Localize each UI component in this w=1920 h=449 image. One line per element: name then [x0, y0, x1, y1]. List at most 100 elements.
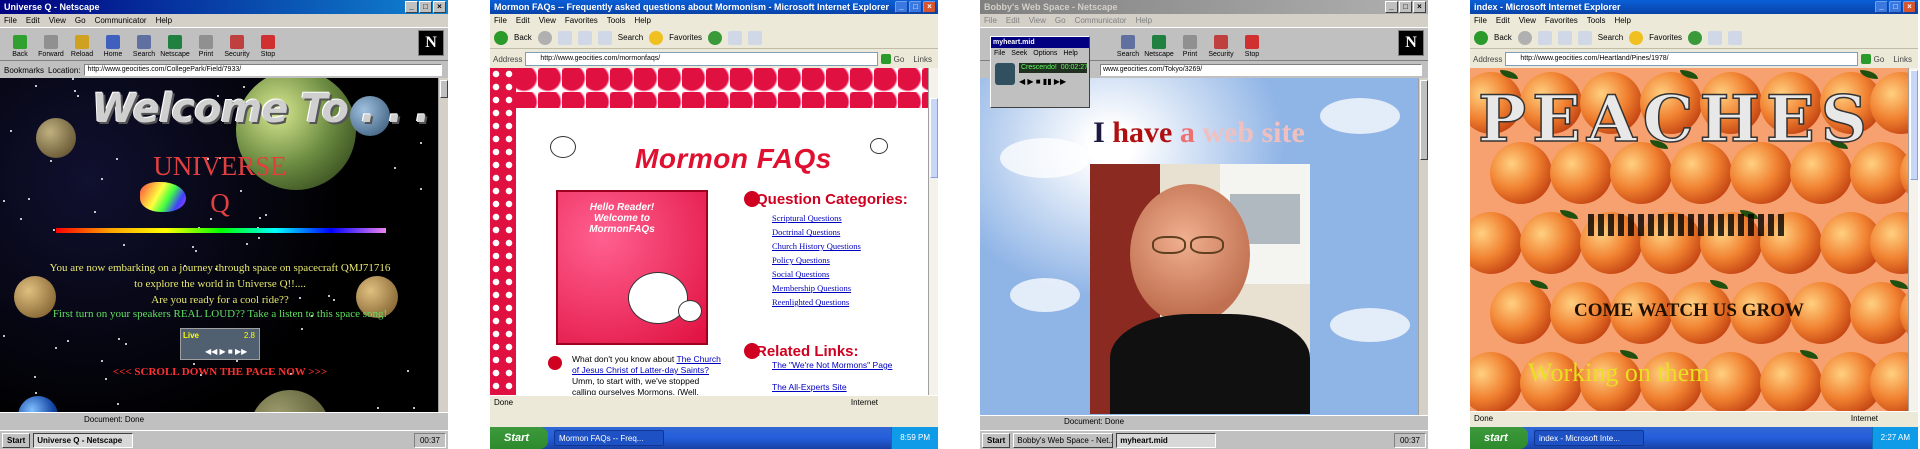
- scroll-thumb[interactable]: [1910, 70, 1918, 180]
- menu-item[interactable]: Favorites: [565, 14, 598, 27]
- question-link[interactable]: Church History Questions: [772, 241, 861, 251]
- favorites-star-icon[interactable]: [649, 30, 664, 45]
- menu-item[interactable]: Help: [1614, 14, 1630, 27]
- toolbar-button[interactable]: Security: [223, 28, 251, 60]
- media-icon[interactable]: [708, 30, 723, 45]
- menu-item[interactable]: Tools: [607, 14, 626, 27]
- print-icon[interactable]: [748, 30, 763, 45]
- toolbar-button[interactable]: Stop: [254, 28, 282, 60]
- menu-item[interactable]: Tools: [1587, 14, 1606, 27]
- print-icon[interactable]: [1728, 30, 1743, 45]
- title-bar[interactable]: index - Microsoft Internet Explorer _ □ ×: [1470, 0, 1918, 14]
- menu-item[interactable]: Edit: [516, 14, 530, 27]
- minimize-button[interactable]: _: [1875, 1, 1888, 13]
- menu-item[interactable]: Go: [1055, 14, 1066, 27]
- menu-item[interactable]: Go: [75, 14, 86, 27]
- vertical-scrollbar[interactable]: [438, 78, 448, 420]
- maximize-button[interactable]: □: [1399, 1, 1412, 13]
- minimize-button[interactable]: _: [895, 1, 908, 13]
- mail-icon[interactable]: [728, 30, 743, 45]
- menu-item[interactable]: Edit: [26, 14, 40, 27]
- go-arrow-icon[interactable]: [1860, 54, 1871, 64]
- midi-controls[interactable]: ◀ ▶ ■ ▮▮ ▶▶: [1019, 77, 1066, 86]
- toolbar-button[interactable]: Home: [99, 28, 127, 60]
- vertical-scrollbar[interactable]: [1908, 68, 1918, 411]
- forward-arrow-icon[interactable]: [1517, 30, 1532, 45]
- refresh-icon[interactable]: [1557, 30, 1572, 45]
- toolbar-button[interactable]: Stop: [1238, 28, 1266, 60]
- go-button[interactable]: Go: [1874, 55, 1885, 64]
- toolbar-button[interactable]: Print: [192, 28, 220, 60]
- title-bar[interactable]: Mormon FAQs -- Frequently asked question…: [490, 0, 938, 14]
- taskbar-item[interactable]: Universe Q - Netscape: [33, 432, 134, 448]
- maximize-button[interactable]: □: [419, 1, 432, 13]
- menu-item[interactable]: View: [1029, 14, 1046, 27]
- media-icon[interactable]: [1688, 30, 1703, 45]
- toolbar-button[interactable]: Netscape: [1144, 28, 1174, 60]
- menu-item[interactable]: File: [494, 14, 507, 27]
- menu-item[interactable]: Favorites: [1545, 14, 1578, 27]
- start-button[interactable]: start: [1470, 427, 1528, 449]
- scroll-thumb[interactable]: [930, 98, 938, 178]
- midi-menu-item[interactable]: File: [994, 48, 1005, 59]
- toolbar-button[interactable]: Forward: [37, 28, 65, 60]
- back-arrow-icon[interactable]: [494, 30, 508, 45]
- minimize-button[interactable]: _: [1385, 1, 1398, 13]
- scroll-thumb[interactable]: [1420, 80, 1428, 160]
- question-link[interactable]: Reenlighted Questions: [772, 297, 861, 307]
- go-button[interactable]: Go: [894, 55, 905, 64]
- midi-menu-item[interactable]: Seek: [1011, 48, 1027, 59]
- close-button[interactable]: ×: [923, 1, 936, 13]
- home-icon[interactable]: [597, 30, 612, 45]
- home-icon[interactable]: [1577, 30, 1592, 45]
- midi-player-window[interactable]: myheart.mid File Seek Options Help Crescend…: [990, 36, 1090, 108]
- question-link[interactable]: Doctrinal Questions: [772, 227, 861, 237]
- netscape-logo-icon[interactable]: N: [418, 30, 444, 56]
- close-button[interactable]: ×: [1413, 1, 1426, 13]
- favorites-button[interactable]: Favorites: [669, 33, 702, 42]
- start-button[interactable]: Start: [490, 427, 548, 449]
- back-button[interactable]: Back: [514, 33, 532, 42]
- toolbar-button[interactable]: Search: [1114, 28, 1142, 60]
- maximize-button[interactable]: □: [1889, 1, 1902, 13]
- close-button[interactable]: ×: [1903, 1, 1916, 13]
- netscape-logo-icon[interactable]: N: [1398, 30, 1424, 56]
- title-bar[interactable]: Universe Q - Netscape _ □ ×: [0, 0, 448, 14]
- url-field[interactable]: www.geocities.com/Tokyo/3269/: [1100, 64, 1422, 76]
- menu-item[interactable]: Edit: [1496, 14, 1510, 27]
- taskbar-item[interactable]: Bobby's Web Space - Net...: [1013, 432, 1114, 448]
- go-arrow-icon[interactable]: [880, 54, 891, 64]
- bookmarks-button[interactable]: Bookmarks: [4, 66, 44, 75]
- favorites-star-icon[interactable]: [1629, 30, 1644, 45]
- toolbar-button[interactable]: Netscape: [160, 28, 190, 60]
- url-field[interactable]: http://www.geocities.com/mormonfaqs/: [525, 52, 878, 66]
- start-button[interactable]: Start: [982, 432, 1011, 448]
- stop-icon[interactable]: [557, 30, 572, 45]
- stop-icon[interactable]: [1537, 30, 1552, 45]
- refresh-icon[interactable]: [577, 30, 592, 45]
- taskbar-item[interactable]: index - Microsoft Inte...: [1534, 430, 1644, 446]
- forward-arrow-icon[interactable]: [537, 30, 552, 45]
- question-link[interactable]: Policy Questions: [772, 255, 861, 265]
- menu-item[interactable]: Edit: [1006, 14, 1020, 27]
- toolbar-button[interactable]: Search: [130, 28, 158, 60]
- maximize-button[interactable]: □: [909, 1, 922, 13]
- player-controls[interactable]: ◀◀ ▶ ■ ▶▶: [205, 347, 247, 356]
- menu-item[interactable]: File: [1474, 14, 1487, 27]
- menu-item[interactable]: Help: [634, 14, 650, 27]
- menu-item[interactable]: Help: [156, 14, 172, 27]
- start-button[interactable]: Start: [2, 432, 31, 448]
- back-button[interactable]: Back: [1494, 33, 1512, 42]
- links-button[interactable]: Links: [913, 55, 932, 64]
- scroll-thumb[interactable]: [440, 80, 448, 98]
- title-bar[interactable]: Bobby's Web Space - Netscape _ □ ×: [980, 0, 1428, 14]
- menu-item[interactable]: View: [1519, 14, 1536, 27]
- mail-icon[interactable]: [1708, 30, 1723, 45]
- minimize-button[interactable]: _: [405, 1, 418, 13]
- menu-item[interactable]: Help: [1136, 14, 1152, 27]
- taskbar-item[interactable]: Mormon FAQs -- Freq...: [554, 430, 664, 446]
- toolbar-button[interactable]: Security: [1207, 28, 1235, 60]
- question-link[interactable]: Social Questions: [772, 269, 861, 279]
- midi-menu-item[interactable]: Options: [1033, 48, 1057, 59]
- close-button[interactable]: ×: [433, 1, 446, 13]
